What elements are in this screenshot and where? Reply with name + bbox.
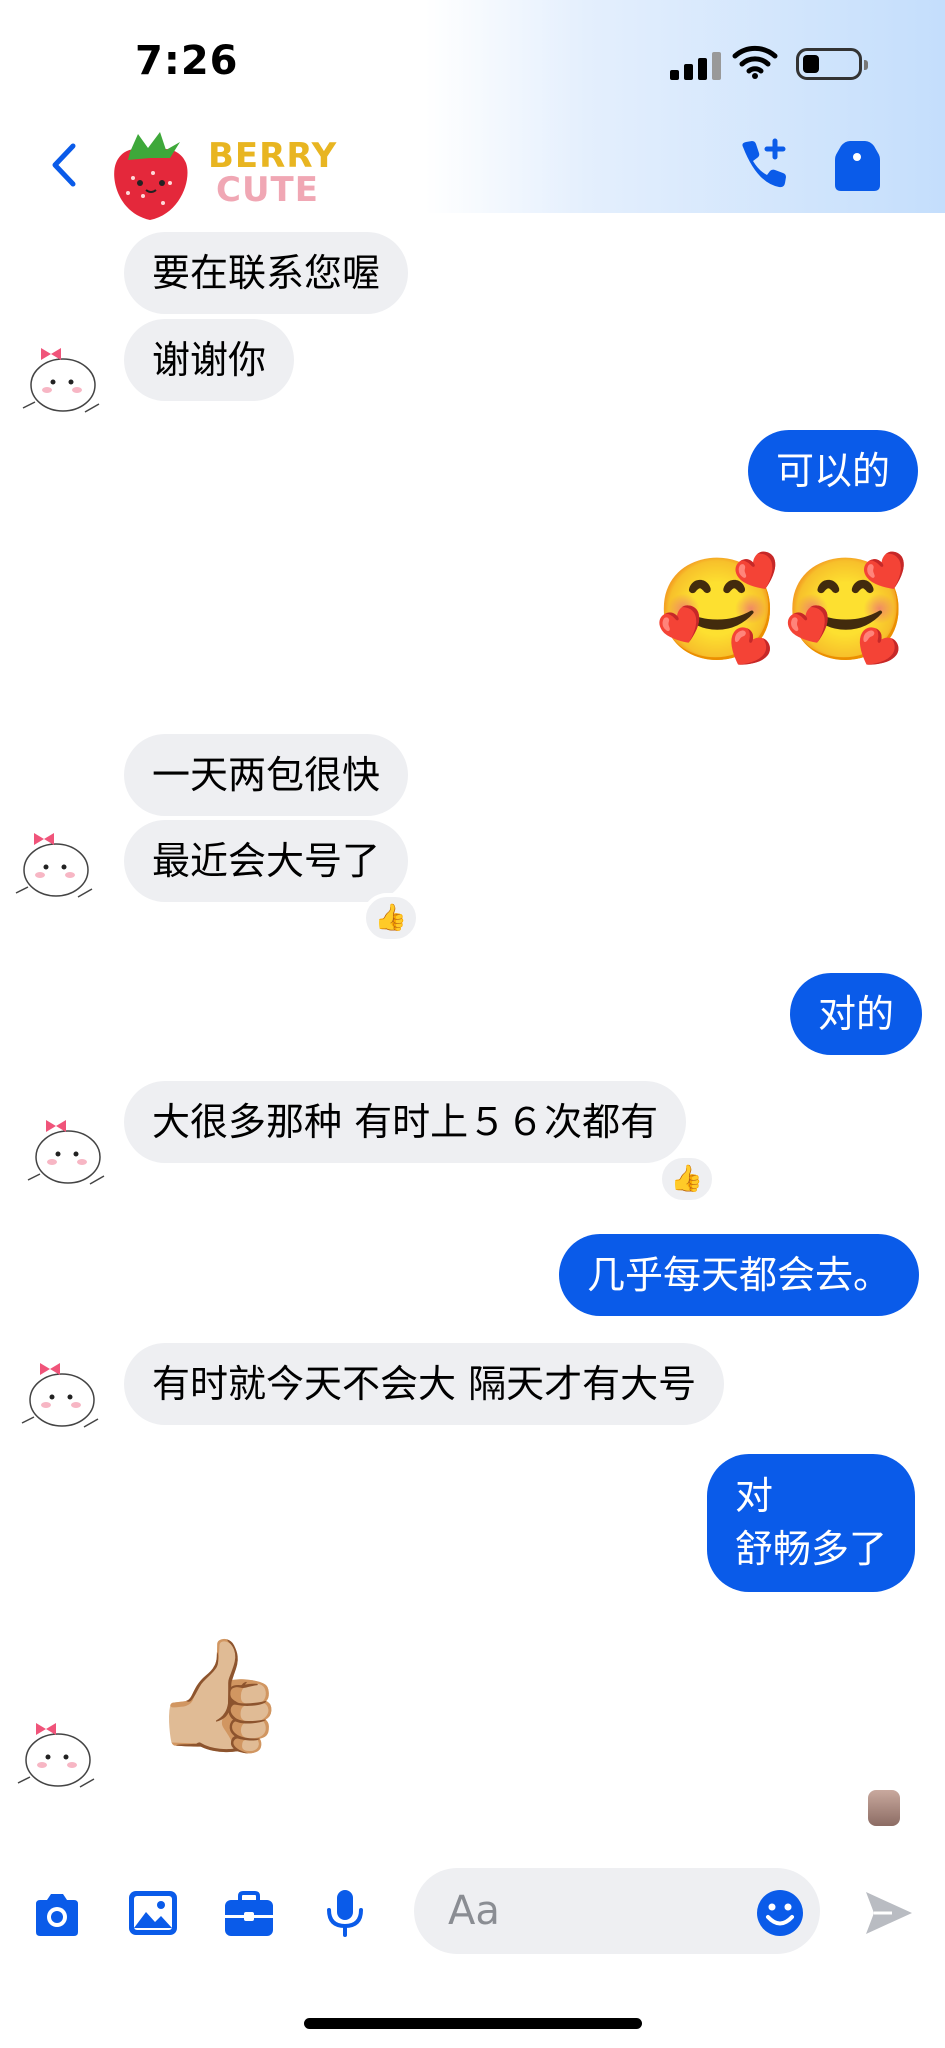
- thumbs-up-reaction[interactable]: 👍: [362, 893, 420, 943]
- contact-sticker-avatar[interactable]: [15, 330, 105, 420]
- message-line: 对: [735, 1474, 774, 1518]
- back-button[interactable]: [45, 140, 85, 190]
- message-bubble-incoming[interactable]: 最近会大号了: [124, 820, 409, 902]
- smiley-icon[interactable]: [755, 1888, 805, 1938]
- message-bubble-outgoing[interactable]: 几乎每天都会去。: [559, 1234, 920, 1316]
- contact-sticker-avatar[interactable]: [20, 1102, 110, 1192]
- image-icon[interactable]: [126, 1888, 180, 1938]
- strawberry-avatar[interactable]: [108, 128, 193, 223]
- sticker-line-2: CUTE: [216, 170, 319, 210]
- camera-icon[interactable]: [30, 1890, 84, 1940]
- read-receipt-avatar: [868, 1790, 900, 1826]
- battery-icon: [796, 48, 868, 80]
- signal-icon: [670, 50, 730, 80]
- contact-sticker-avatar[interactable]: [10, 1705, 100, 1795]
- message-bubble-incoming[interactable]: 一天两包很快: [124, 734, 409, 816]
- briefcase-icon[interactable]: [222, 1890, 276, 1940]
- send-icon[interactable]: [862, 1888, 916, 1938]
- home-indicator: [304, 2018, 642, 2029]
- thumbs-up-reaction[interactable]: 👍: [658, 1154, 716, 1204]
- message-bubble-outgoing[interactable]: 对的: [790, 973, 923, 1055]
- contact-sticker-avatar[interactable]: [14, 1345, 104, 1435]
- emoji-message-outgoing[interactable]: 🥰🥰: [655, 555, 912, 665]
- message-line: 舒畅多了: [735, 1527, 888, 1571]
- message-input-placeholder: Aa: [448, 1888, 500, 1934]
- message-bubble-incoming[interactable]: 要在联系您喔: [124, 232, 409, 314]
- contact-name-sticker[interactable]: BERRY CUTE: [208, 136, 338, 211]
- message-bubble-outgoing[interactable]: 对 舒畅多了: [707, 1454, 916, 1592]
- microphone-icon[interactable]: [318, 1888, 372, 1938]
- message-bubble-incoming[interactable]: 谢谢你: [124, 319, 295, 401]
- status-time: 7:26: [135, 38, 239, 84]
- thumbs-up-emoji-message[interactable]: 👍🏼: [150, 1635, 287, 1755]
- message-bubble-outgoing[interactable]: 可以的: [748, 430, 919, 512]
- message-bubble-incoming[interactable]: 大很多那种 有时上５６次都有: [124, 1081, 687, 1163]
- wifi-icon: [732, 45, 778, 79]
- message-bubble-incoming[interactable]: 有时就今天不会大 隔天才有大号: [124, 1343, 725, 1425]
- shield-icon[interactable]: [830, 137, 885, 193]
- contact-sticker-avatar[interactable]: [8, 815, 98, 905]
- add-call-button[interactable]: [735, 137, 790, 192]
